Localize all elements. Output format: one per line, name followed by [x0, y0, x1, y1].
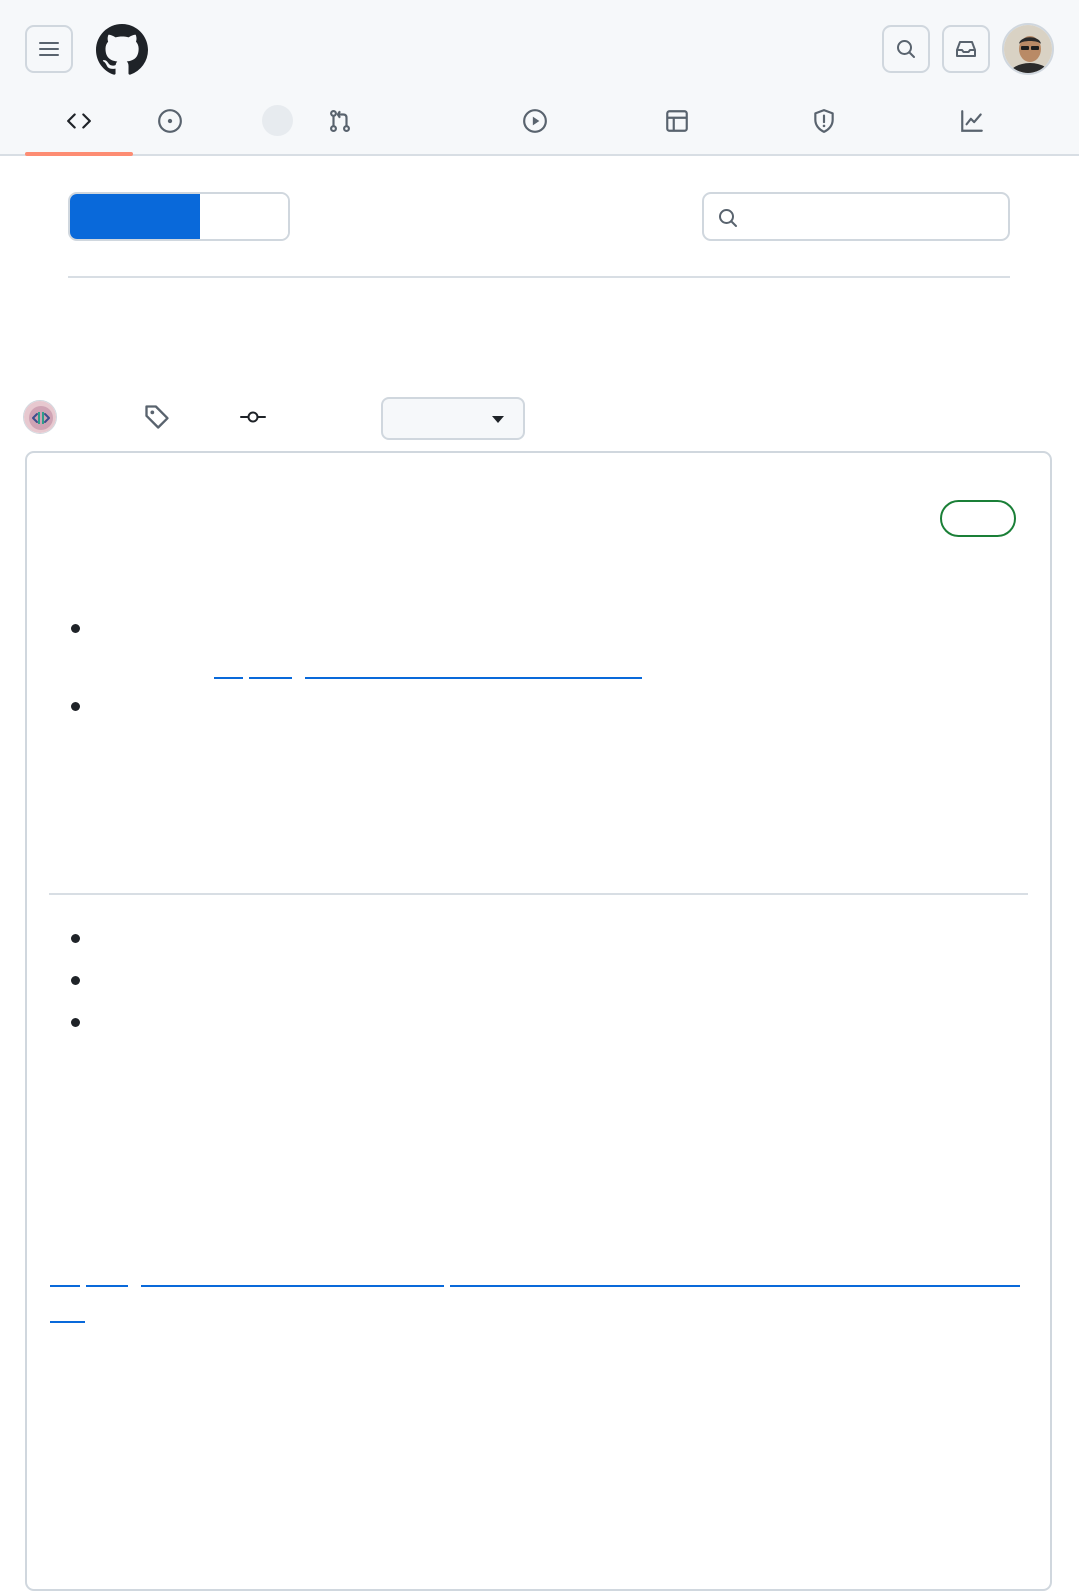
avatar-image: [1004, 25, 1052, 73]
issue-opened-icon: [158, 109, 182, 133]
changelog-link[interactable]: [50, 1321, 85, 1323]
list-bullet: [71, 976, 80, 985]
tab-projects[interactable]: [648, 88, 706, 154]
search-button[interactable]: [882, 25, 930, 73]
tab-actions[interactable]: [506, 88, 564, 154]
tab-security[interactable]: [795, 88, 853, 154]
tag-icon[interactable]: [143, 403, 171, 431]
inbox-button[interactable]: [942, 25, 990, 73]
search-icon: [719, 209, 737, 227]
releases-tags-toggle: [68, 192, 290, 241]
triangle-down-icon: [492, 416, 504, 423]
git-pull-request-icon: [330, 109, 350, 133]
list-bullet: [71, 1018, 80, 1027]
tab-insights[interactable]: [943, 88, 1001, 154]
github-logo-icon[interactable]: [96, 24, 148, 76]
latest-badge: [940, 500, 1016, 537]
release-link[interactable]: [249, 677, 292, 679]
hamburger-icon: [39, 42, 59, 56]
app-header: [0, 0, 1079, 156]
release-card: [25, 451, 1052, 1591]
compare-dropdown[interactable]: [381, 397, 525, 440]
tab-issues[interactable]: [141, 88, 199, 154]
user-avatar[interactable]: [1002, 23, 1054, 75]
release-link[interactable]: [214, 677, 243, 679]
list-bullet: [71, 624, 80, 633]
menu-button[interactable]: [25, 25, 73, 73]
segment-tags[interactable]: [200, 194, 288, 239]
changelog-link[interactable]: [450, 1285, 1020, 1287]
inbox-icon: [956, 41, 976, 57]
tab-pull-requests[interactable]: [311, 88, 369, 154]
segment-releases[interactable]: [70, 194, 200, 239]
changelog-link[interactable]: [86, 1285, 128, 1287]
find-release-field[interactable]: [702, 192, 1010, 241]
code-icon: [67, 113, 91, 129]
section-divider: [49, 893, 1028, 895]
shield-icon: [814, 109, 834, 133]
list-bullet: [71, 702, 80, 711]
find-release-input[interactable]: [750, 202, 1000, 232]
graph-icon: [961, 110, 983, 132]
search-icon: [897, 40, 915, 58]
git-commit-icon[interactable]: [239, 405, 267, 429]
author-avatar-image: [24, 401, 56, 433]
toolbar-divider: [68, 276, 1010, 278]
list-bullet: [71, 934, 80, 943]
repo-nav: [0, 88, 1079, 156]
play-icon: [523, 109, 547, 133]
release-author-avatar[interactable]: [23, 400, 57, 434]
tab-code[interactable]: [25, 88, 133, 156]
table-icon: [666, 110, 688, 132]
changelog-link[interactable]: [141, 1285, 444, 1287]
issues-counter: [262, 105, 293, 136]
release-link[interactable]: [305, 677, 642, 679]
changelog-link[interactable]: [50, 1285, 80, 1287]
